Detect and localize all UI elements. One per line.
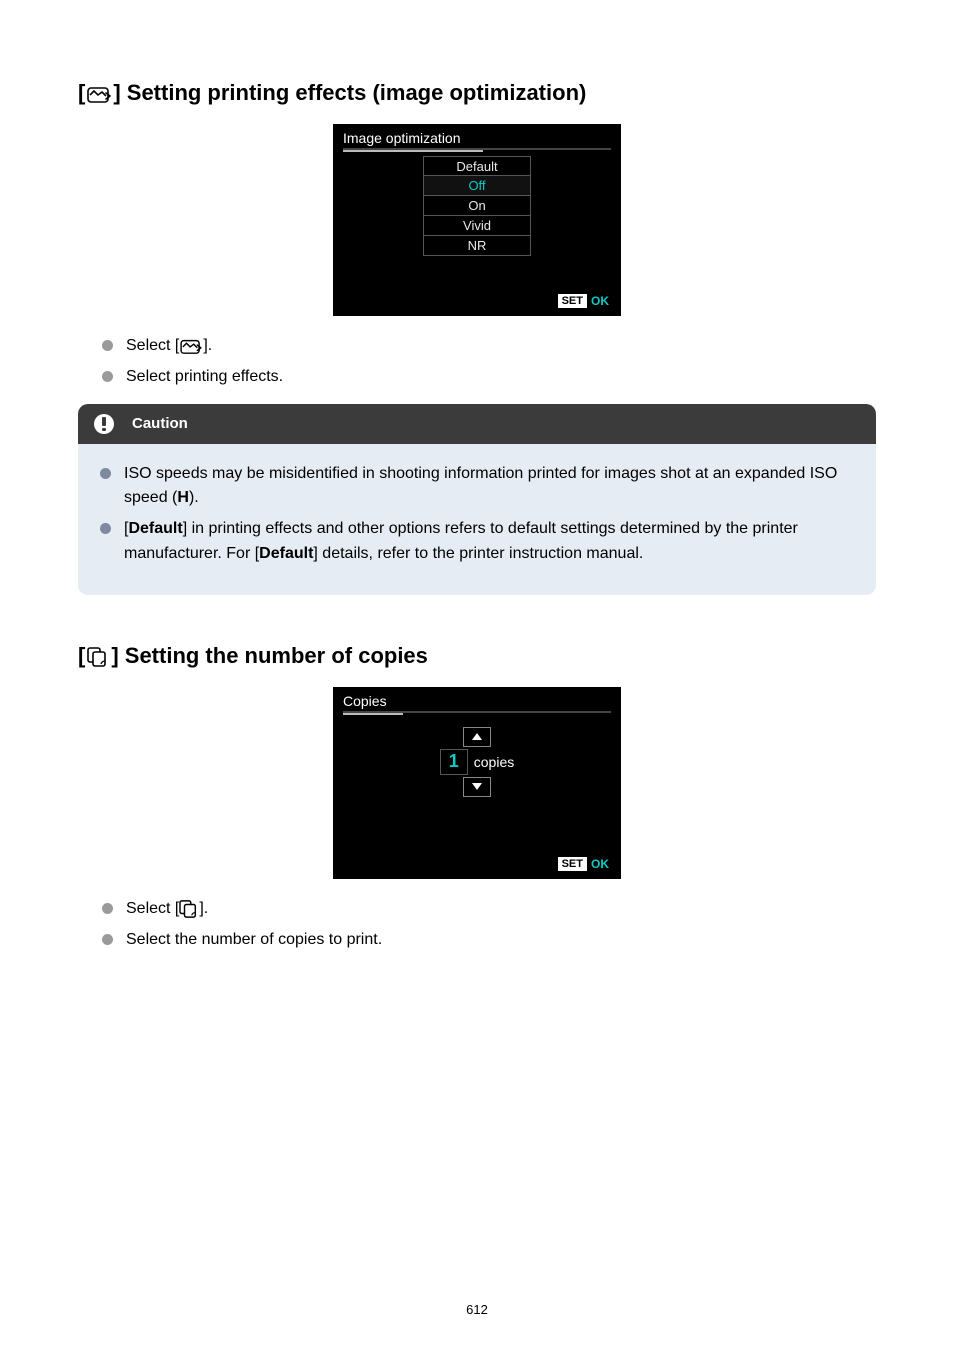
- s2-step1-suffix: ].: [199, 900, 208, 917]
- caution-item2-bold1: Default: [128, 520, 182, 537]
- chevron-down-icon: [472, 783, 482, 790]
- caution-item1-b: ).: [189, 489, 199, 506]
- caution-item1-a: ISO speeds may be misidentified in shoot…: [124, 465, 837, 507]
- s2-step1-prefix: Select [: [126, 900, 179, 917]
- open-bracket-2: [: [78, 643, 85, 669]
- lcd1-ok-label: OK: [591, 294, 609, 308]
- copies-down-button[interactable]: [463, 777, 491, 797]
- copies-stepper: 1 copies: [343, 727, 611, 797]
- lcd2-ok-label: OK: [591, 857, 609, 871]
- section2-steps: Select []. Select the number of copies t…: [102, 897, 876, 953]
- lcd2-footer: SET OK: [558, 857, 609, 871]
- section-2-title: [ ] Setting the number of copies: [78, 643, 876, 669]
- section-2-title-text: ] Setting the number of copies: [111, 643, 428, 669]
- copies-icon: [179, 900, 199, 917]
- caution-item2-c: ] details, refer to the printer instruct…: [313, 545, 643, 562]
- lcd2-title: Copies: [343, 693, 387, 709]
- lcd2-set-label[interactable]: SET: [558, 857, 587, 871]
- caution-item1-bold: H: [177, 489, 189, 506]
- lcd2-title-wrap: Copies: [343, 693, 611, 713]
- lcd1-option-vivid[interactable]: Vivid: [423, 216, 531, 236]
- open-bracket: [: [78, 80, 85, 106]
- section-1-title: [ ] Setting printing effects (image opti…: [78, 80, 876, 106]
- caution-title: Caution: [132, 415, 188, 432]
- chevron-up-icon: [472, 733, 482, 740]
- lcd-copies: Copies 1 copies SET OK: [333, 687, 621, 879]
- caution-item-1: ISO speeds may be misidentified in shoot…: [100, 462, 856, 512]
- copies-unit: copies: [474, 754, 514, 770]
- lcd1-options: Default Off On Vivid NR: [343, 156, 611, 256]
- lcd1-option-default[interactable]: Default: [423, 156, 531, 176]
- image-optimization-icon: [87, 80, 111, 106]
- lcd1-title: Image optimization: [343, 130, 461, 146]
- lcd1-option-nr[interactable]: NR: [423, 236, 531, 256]
- caution-exclamation-icon: [94, 414, 114, 434]
- section-1-title-text: ] Setting printing effects (image optimi…: [113, 80, 586, 106]
- lcd1-set-label[interactable]: SET: [558, 294, 587, 308]
- caution-box: Caution ISO speeds may be misidentified …: [78, 404, 876, 595]
- copies-value: 1: [440, 749, 468, 775]
- section1-step2: Select printing effects.: [102, 365, 876, 390]
- section2-step2: Select the number of copies to print.: [102, 928, 876, 953]
- caution-item-2: [Default] in printing effects and other …: [100, 517, 856, 567]
- copies-icon: [87, 643, 109, 669]
- page-number: 612: [0, 1302, 954, 1317]
- s1-step1-suffix: ].: [203, 337, 212, 354]
- caution-header: Caution: [78, 404, 876, 444]
- lcd1-option-on[interactable]: On: [423, 196, 531, 216]
- section1-steps: Select []. Select printing effects.: [102, 334, 876, 390]
- lcd1-title-wrap: Image optimization: [343, 130, 611, 150]
- lcd-image-optimization: Image optimization Default Off On Vivid …: [333, 124, 621, 316]
- s1-step1-prefix: Select [: [126, 337, 179, 354]
- copies-up-button[interactable]: [463, 727, 491, 747]
- lcd1-option-off[interactable]: Off: [423, 176, 531, 196]
- caution-body: ISO speeds may be misidentified in shoot…: [78, 444, 876, 595]
- section2-step1: Select [].: [102, 897, 876, 922]
- lcd1-footer: SET OK: [558, 294, 609, 308]
- image-optimization-icon: [179, 337, 203, 354]
- caution-item2-bold2: Default: [259, 545, 313, 562]
- section1-step1: Select [].: [102, 334, 876, 359]
